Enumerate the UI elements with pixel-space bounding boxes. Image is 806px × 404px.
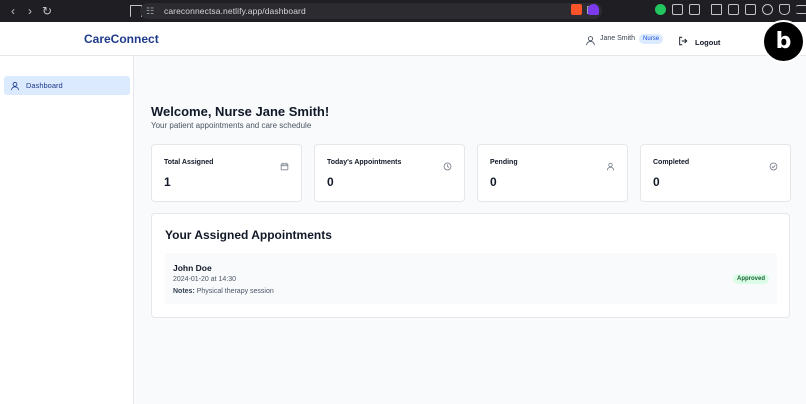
vpn-icon[interactable] bbox=[779, 4, 790, 15]
stat-value: 1 bbox=[164, 175, 171, 189]
leo-icon[interactable] bbox=[762, 4, 773, 15]
back-icon[interactable]: ‹ bbox=[6, 4, 20, 18]
role-badge: Nurse bbox=[639, 33, 664, 44]
browser-toolbar: ‹ › ↻ ☷ careconnectsa.netlify.app/dashbo… bbox=[0, 0, 806, 22]
stat-card-completed: Completed 0 bbox=[640, 144, 791, 202]
logout-button[interactable]: Logout bbox=[678, 33, 720, 51]
sidebar-toggle-icon[interactable] bbox=[728, 4, 739, 15]
appointments-card: Your Assigned Appointments John Doe 2024… bbox=[151, 213, 790, 318]
notes-text: Physical therapy session bbox=[196, 288, 274, 295]
logout-icon bbox=[678, 33, 688, 51]
user-icon bbox=[10, 81, 20, 91]
section-title: Your Assigned Appointments bbox=[165, 228, 332, 242]
wallet-icon[interactable] bbox=[745, 4, 756, 15]
url-text: careconnectsa.netlify.app/dashboard bbox=[164, 6, 306, 16]
stat-label: Today's Appointments bbox=[327, 159, 402, 166]
user-info: Jane Smith Nurse bbox=[585, 33, 664, 46]
stat-label: Completed bbox=[653, 159, 690, 166]
sidebar-item-label: Dashboard bbox=[26, 81, 63, 90]
music-icon[interactable] bbox=[711, 4, 722, 15]
user-icon bbox=[585, 33, 596, 46]
clock-icon bbox=[443, 158, 452, 171]
menu-icon[interactable] bbox=[796, 5, 806, 14]
stat-card-pending: Pending 0 bbox=[477, 144, 628, 202]
site-settings-icon[interactable]: ☷ bbox=[146, 6, 156, 16]
forward-icon[interactable]: › bbox=[23, 4, 37, 18]
brand-logo[interactable]: CareConnect bbox=[84, 32, 159, 46]
list-item[interactable]: John Doe 2024-01-20 at 14:30 Notes: Phys… bbox=[165, 253, 777, 304]
stat-value: 0 bbox=[653, 175, 660, 189]
brave-shield-icon[interactable] bbox=[571, 4, 582, 15]
stat-card-todays-appointments: Today's Appointments 0 bbox=[314, 144, 465, 202]
screenshot-icon[interactable] bbox=[689, 4, 700, 15]
user-name: Jane Smith bbox=[600, 35, 636, 42]
check-circle-icon bbox=[769, 158, 778, 171]
status-badge: Approved bbox=[732, 274, 769, 284]
extension-green-icon[interactable] bbox=[655, 4, 666, 15]
sidebar-item-dashboard[interactable]: Dashboard bbox=[4, 76, 130, 95]
user-icon bbox=[606, 158, 615, 171]
stat-value: 0 bbox=[490, 175, 497, 189]
notes-label: Notes: bbox=[173, 288, 195, 295]
reload-icon[interactable]: ↻ bbox=[40, 4, 54, 18]
appointment-datetime: 2024-01-20 at 14:30 bbox=[173, 276, 237, 283]
patient-name: John Doe bbox=[173, 263, 212, 273]
page-subtitle: Your patient appointments and care sched… bbox=[151, 121, 312, 130]
stat-card-total-assigned: Total Assigned 1 bbox=[151, 144, 302, 202]
bolt-badge-icon[interactable]: b bbox=[762, 20, 805, 63]
logout-label: Logout bbox=[695, 37, 721, 47]
calendar-icon bbox=[280, 158, 289, 171]
stat-label: Pending bbox=[490, 159, 518, 166]
address-bar[interactable]: ☷ careconnectsa.netlify.app/dashboard bbox=[140, 3, 602, 19]
app-header: CareConnect Jane Smith Nurse Logout bbox=[0, 22, 806, 56]
stat-label: Total Assigned bbox=[164, 159, 214, 166]
page-title: Welcome, Nurse Jane Smith! bbox=[151, 104, 330, 119]
sidebar: Dashboard bbox=[0, 56, 134, 404]
appointment-notes: Notes: Physical therapy session bbox=[173, 288, 274, 295]
rewards-icon[interactable] bbox=[588, 4, 599, 15]
puzzle-icon[interactable] bbox=[672, 4, 683, 15]
stat-value: 0 bbox=[327, 175, 334, 189]
